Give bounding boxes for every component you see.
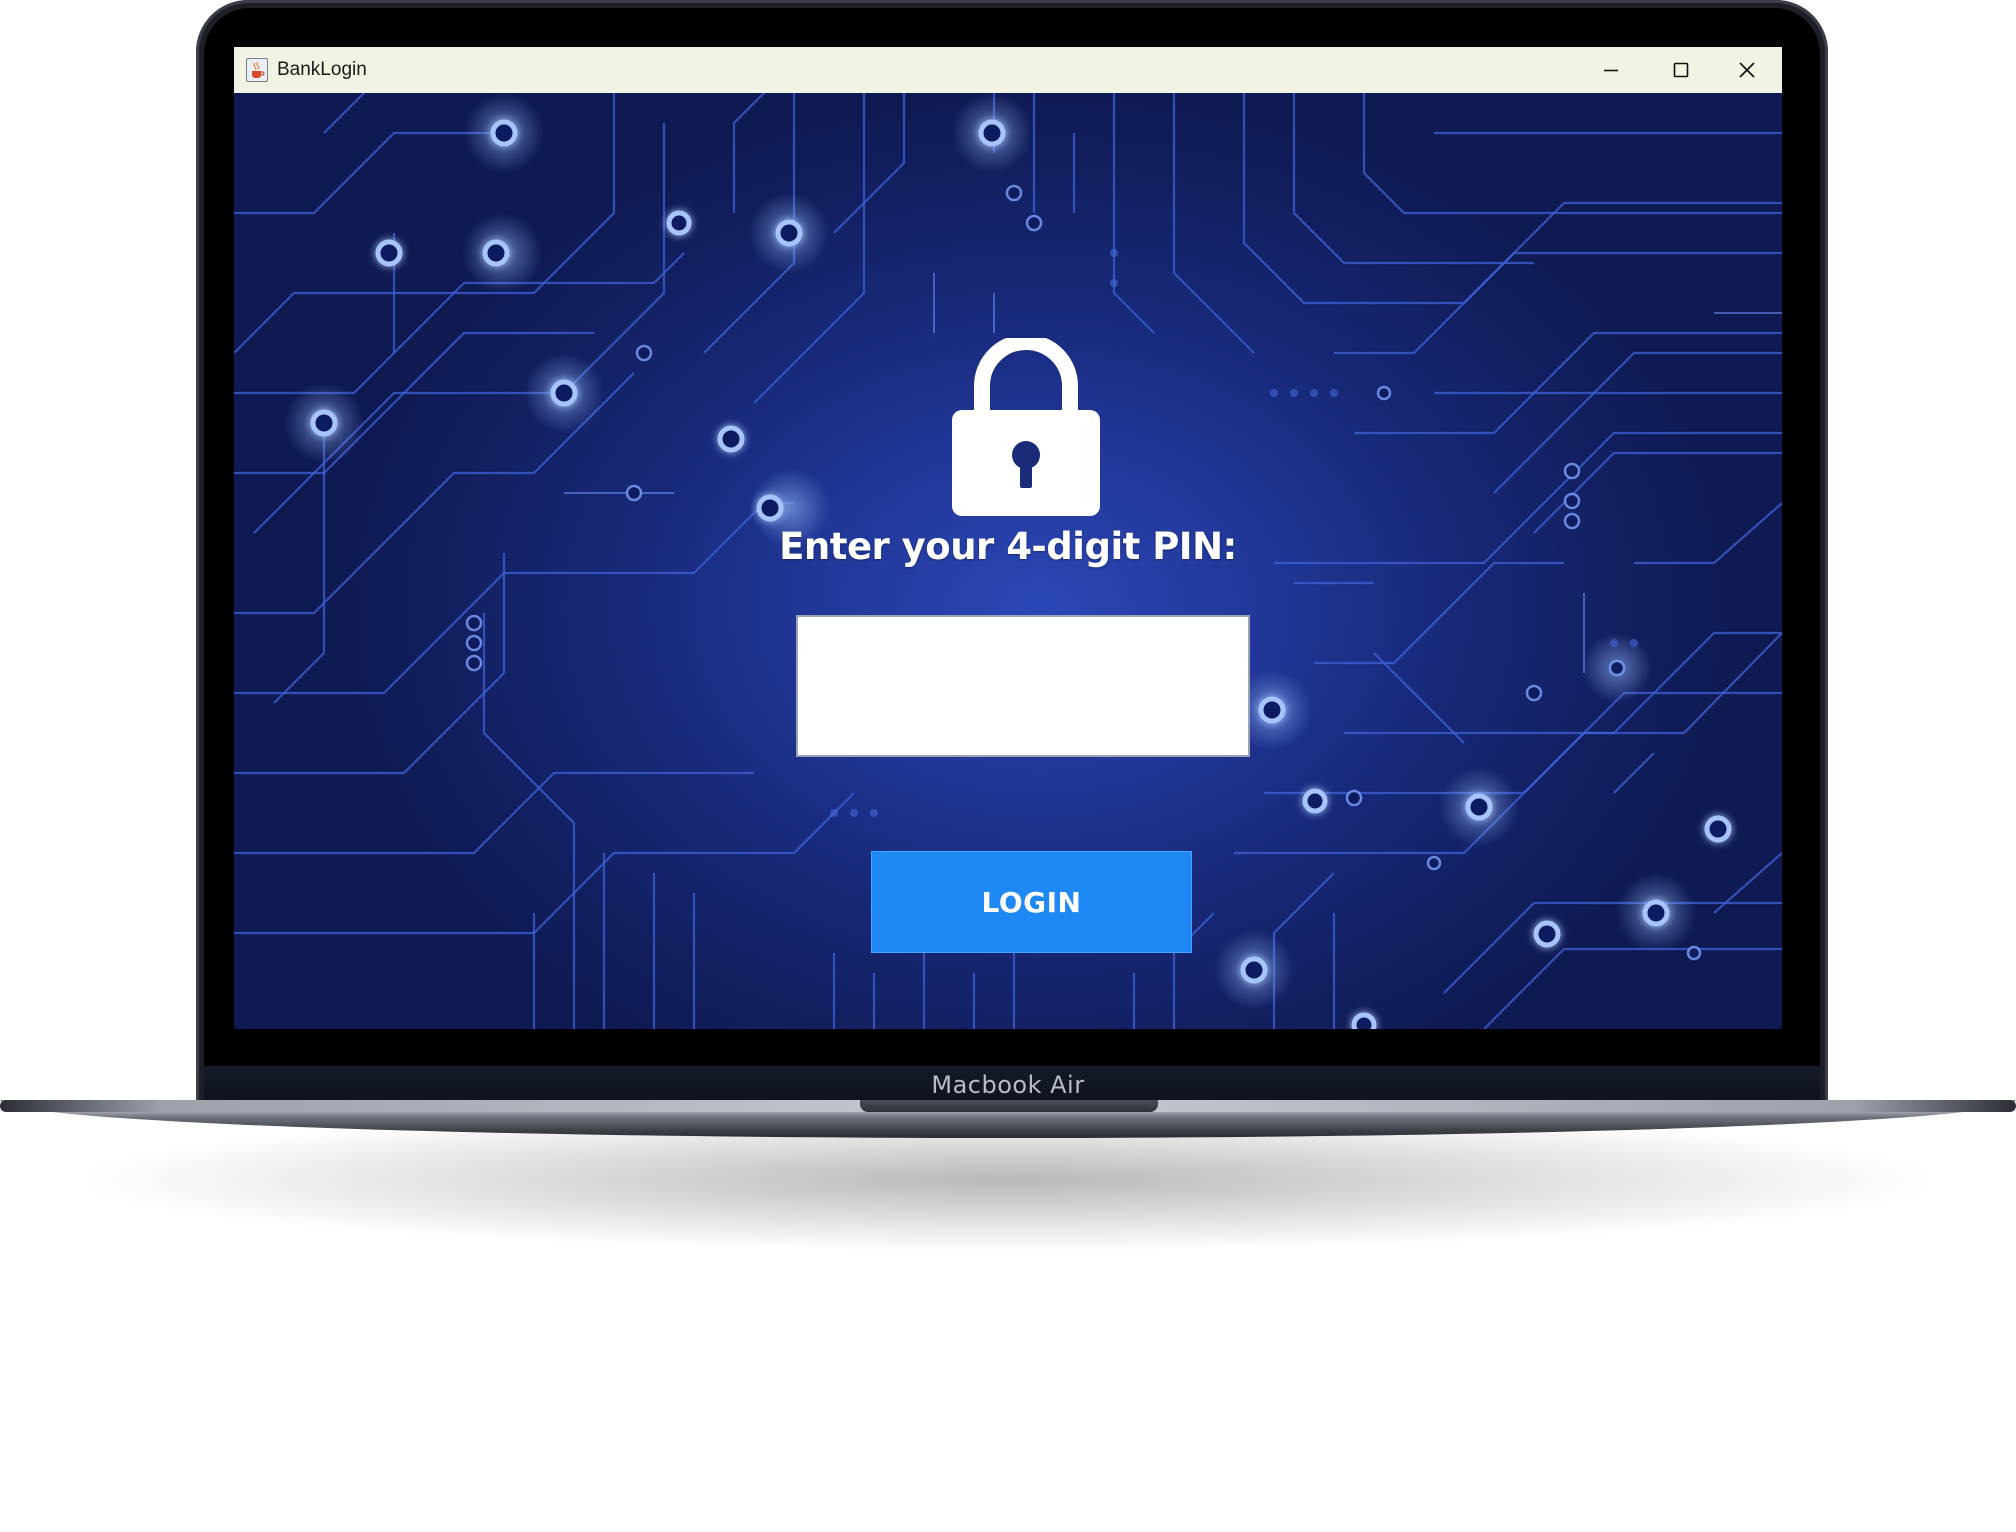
login-panel: Enter your 4-digit PIN: LOGIN: [234, 93, 1782, 1029]
padlock-icon: [952, 338, 1100, 516]
login-button-label: LOGIN: [981, 885, 1082, 919]
close-button[interactable]: [1712, 47, 1782, 93]
pin-prompt: Enter your 4-digit PIN:: [779, 525, 1237, 568]
laptop-notch: [860, 1100, 1158, 1112]
title-bar[interactable]: BankLogin: [234, 47, 1782, 94]
maximize-icon: [1673, 62, 1689, 78]
maximize-button[interactable]: [1646, 47, 1716, 93]
pin-input[interactable]: [796, 615, 1250, 757]
app-window: BankLogin Enter your 4-digit PIN: LOGIN: [234, 47, 1782, 1029]
login-button[interactable]: LOGIN: [871, 851, 1192, 953]
device-label: Macbook Air: [931, 1071, 1085, 1099]
java-cup-icon: [246, 58, 268, 82]
close-icon: [1739, 62, 1755, 78]
minimize-button[interactable]: [1576, 47, 1646, 93]
minimize-icon: [1604, 69, 1618, 72]
window-title: BankLogin: [277, 59, 367, 80]
